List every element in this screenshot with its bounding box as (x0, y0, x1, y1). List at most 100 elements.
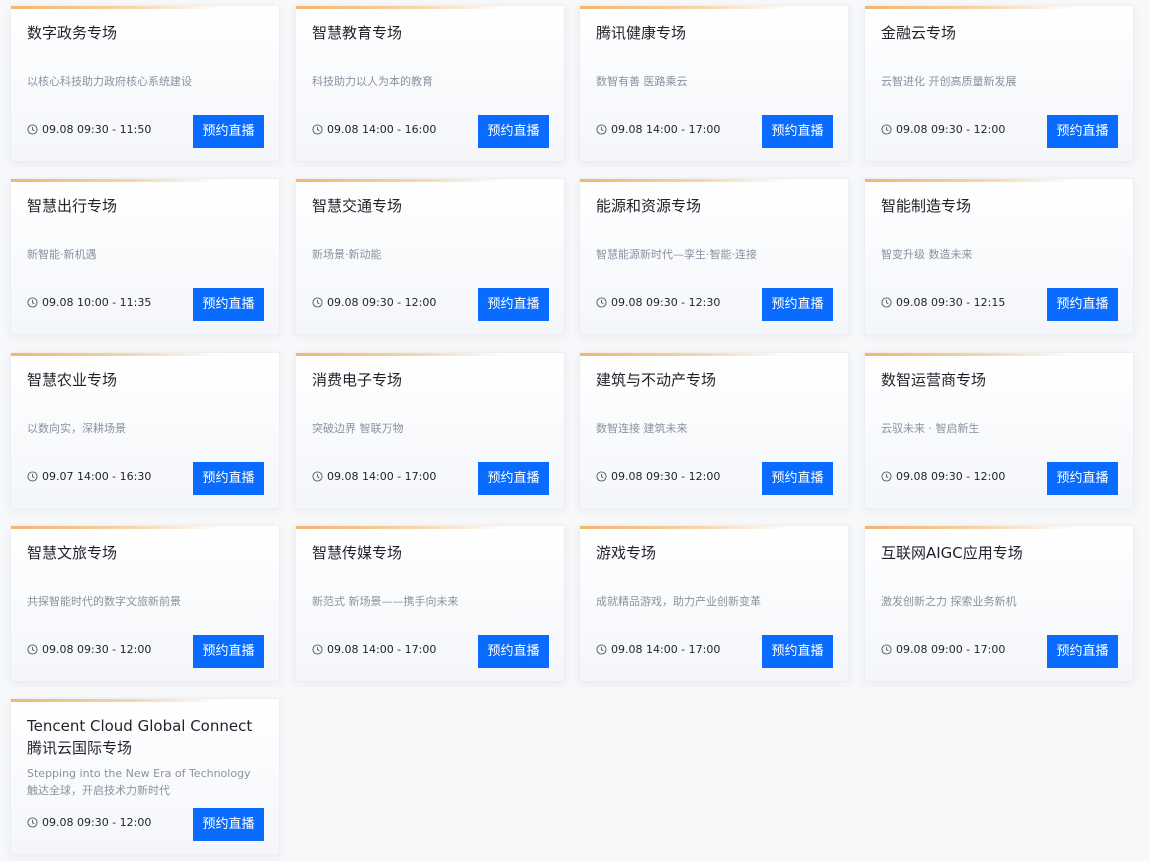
session-time: 09.08 09:30 - 12:00 (27, 816, 151, 829)
clock-icon (27, 297, 38, 308)
session-title: 互联网AIGC应用专场 (881, 544, 1023, 562)
session-description: Stepping into the New Era of Technology … (27, 767, 251, 797)
clock-icon (881, 297, 892, 308)
session-title: 消费电子专场 (312, 371, 403, 389)
session-time: 09.08 14:00 - 16:00 (312, 123, 436, 136)
session-time-text: 09.08 09:00 - 17:00 (896, 643, 1006, 656)
clock-icon (312, 471, 323, 482)
session-card: 能源和资源专场 智慧能源新时代—孪生·智能·连接 09.08 09:30 - 1… (579, 178, 849, 335)
reserve-live-button[interactable]: 预约直播 (478, 635, 549, 668)
reserve-live-button[interactable]: 预约直播 (193, 635, 264, 668)
session-description: 新智能·新机遇 (27, 248, 97, 261)
reserve-live-button[interactable]: 预约直播 (762, 462, 833, 495)
session-time: 09.08 14:00 - 17:00 (596, 643, 720, 656)
session-card: 游戏专场 成就精品游戏，助力产业创新变革 09.08 14:00 - 17:00… (579, 525, 849, 682)
clock-icon (881, 644, 892, 655)
session-card: 智慧传媒专场 新范式 新场景——携手向未来 09.08 14:00 - 17:0… (295, 525, 565, 682)
session-title: 数智运营商专场 (881, 371, 987, 389)
reserve-live-button[interactable]: 预约直播 (478, 288, 549, 321)
session-time: 09.08 09:00 - 17:00 (881, 643, 1005, 656)
session-description: 云智进化 开创高质量新发展 (881, 75, 1017, 88)
reserve-live-button[interactable]: 预约直播 (478, 462, 549, 495)
session-card: 金融云专场 云智进化 开创高质量新发展 09.08 09:30 - 12:00 … (864, 5, 1134, 162)
session-description: 成就精品游戏，助力产业创新变革 (596, 595, 761, 608)
reserve-live-button[interactable]: 预约直播 (193, 808, 264, 841)
clock-icon (312, 297, 323, 308)
session-time: 09.08 09:30 - 12:00 (881, 470, 1005, 483)
session-title: 智慧传媒专场 (312, 544, 403, 562)
session-time-text: 09.08 09:30 - 12:00 (896, 470, 1006, 483)
session-time-text: 09.08 10:00 - 11:35 (42, 296, 152, 309)
session-title: 腾讯健康专场 (596, 24, 687, 42)
reserve-live-button[interactable]: 预约直播 (762, 288, 833, 321)
session-time: 09.08 09:30 - 12:15 (881, 296, 1005, 309)
session-grid: 数字政务专场 以核心科技助力政府核心系统建设 09.08 09:30 - 11:… (0, 0, 1149, 861)
session-card: 腾讯健康专场 数智有善 医路乘云 09.08 14:00 - 17:00 预约直… (579, 5, 849, 162)
clock-icon (312, 644, 323, 655)
session-description: 智慧能源新时代—孪生·智能·连接 (596, 248, 757, 261)
session-card: 智能制造专场 智变升级 数造未来 09.08 09:30 - 12:15 预约直… (864, 178, 1134, 335)
session-card: 互联网AIGC应用专场 激发创新之力 探索业务新机 09.08 09:00 - … (864, 525, 1134, 682)
session-card: 消费电子专场 突破边界 智联万物 09.08 14:00 - 17:00 预约直… (295, 352, 565, 509)
session-time-text: 09.08 09:30 - 12:00 (896, 123, 1006, 136)
session-description: 共探智能时代的数字文旅新前景 (27, 595, 181, 608)
reserve-live-button[interactable]: 预约直播 (1047, 288, 1118, 321)
session-time: 09.08 09:30 - 11:50 (27, 123, 151, 136)
session-time: 09.07 14:00 - 16:30 (27, 470, 151, 483)
session-time: 09.08 09:30 - 12:00 (596, 470, 720, 483)
session-title: 智慧文旅专场 (27, 544, 118, 562)
clock-icon (27, 644, 38, 655)
reserve-live-button[interactable]: 预约直播 (1047, 115, 1118, 148)
clock-icon (596, 297, 607, 308)
reserve-live-button[interactable]: 预约直播 (1047, 635, 1118, 668)
reserve-live-button[interactable]: 预约直播 (193, 115, 264, 148)
session-description: 以核心科技助力政府核心系统建设 (27, 75, 192, 88)
session-card: Tencent Cloud Global Connect 腾讯云国际专场 Ste… (10, 698, 280, 855)
session-time: 09.08 09:30 - 12:30 (596, 296, 720, 309)
session-card: 数智运营商专场 云驭未来 · 智启新生 09.08 09:30 - 12:00 … (864, 352, 1134, 509)
session-card: 建筑与不动产专场 数智连接 建筑未来 09.08 09:30 - 12:00 预… (579, 352, 849, 509)
clock-icon (881, 124, 892, 135)
reserve-live-button[interactable]: 预约直播 (478, 115, 549, 148)
session-time: 09.08 10:00 - 11:35 (27, 296, 151, 309)
session-card: 智慧出行专场 新智能·新机遇 09.08 10:00 - 11:35 预约直播 (10, 178, 280, 335)
reserve-live-button[interactable]: 预约直播 (193, 288, 264, 321)
session-title: 游戏专场 (596, 544, 657, 562)
session-time-text: 09.07 14:00 - 16:30 (42, 470, 152, 483)
session-description: 新范式 新场景——携手向未来 (312, 595, 459, 608)
session-time-text: 09.08 09:30 - 12:30 (611, 296, 721, 309)
session-time: 09.08 14:00 - 17:00 (312, 643, 436, 656)
session-time-text: 09.08 14:00 - 17:00 (327, 643, 437, 656)
reserve-live-button[interactable]: 预约直播 (193, 462, 264, 495)
session-title: 智慧交通专场 (312, 197, 403, 215)
session-title: 能源和资源专场 (596, 197, 702, 215)
session-description: 云驭未来 · 智启新生 (881, 422, 980, 435)
session-time-text: 09.08 09:30 - 12:00 (327, 296, 437, 309)
reserve-live-button[interactable]: 预约直播 (762, 115, 833, 148)
session-time: 09.08 14:00 - 17:00 (596, 123, 720, 136)
clock-icon (596, 644, 607, 655)
session-time-text: 09.08 14:00 - 17:00 (611, 643, 721, 656)
session-time-text: 09.08 09:30 - 12:00 (42, 643, 152, 656)
session-time-text: 09.08 09:30 - 12:15 (896, 296, 1006, 309)
session-time: 09.08 09:30 - 12:00 (881, 123, 1005, 136)
session-time-text: 09.08 09:30 - 12:00 (42, 816, 152, 829)
session-time-text: 09.08 09:30 - 12:00 (611, 470, 721, 483)
session-card: 数字政务专场 以核心科技助力政府核心系统建设 09.08 09:30 - 11:… (10, 5, 280, 162)
session-card: 智慧交通专场 新场景·新动能 09.08 09:30 - 12:00 预约直播 (295, 178, 565, 335)
clock-icon (27, 817, 38, 828)
session-description: 数智有善 医路乘云 (596, 75, 688, 88)
session-description: 智变升级 数造未来 (881, 248, 973, 261)
session-time-text: 09.08 14:00 - 16:00 (327, 123, 437, 136)
reserve-live-button[interactable]: 预约直播 (1047, 462, 1118, 495)
session-title: 数字政务专场 (27, 24, 118, 42)
session-description: 突破边界 智联万物 (312, 422, 404, 435)
session-description: 激发创新之力 探索业务新机 (881, 595, 1017, 608)
reserve-live-button[interactable]: 预约直播 (762, 635, 833, 668)
session-card: 智慧教育专场 科技助力以人为本的教育 09.08 14:00 - 16:00 预… (295, 5, 565, 162)
session-description: 新场景·新动能 (312, 248, 382, 261)
session-title: 智能制造专场 (881, 197, 972, 215)
session-time: 09.08 14:00 - 17:00 (312, 470, 436, 483)
clock-icon (27, 124, 38, 135)
clock-icon (881, 471, 892, 482)
